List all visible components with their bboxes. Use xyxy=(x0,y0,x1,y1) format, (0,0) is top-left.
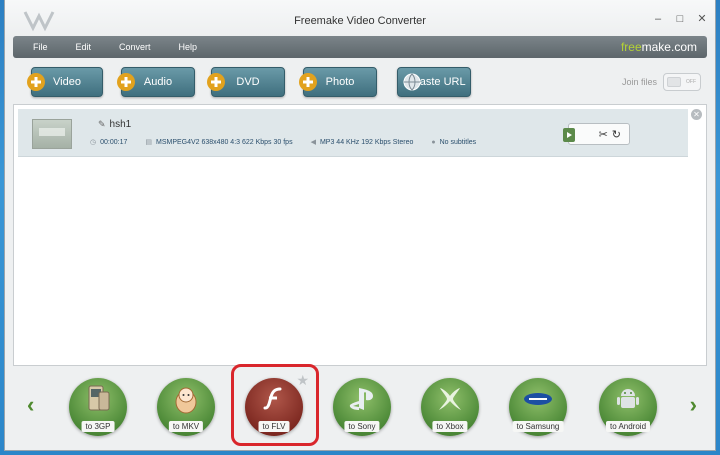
globe-icon xyxy=(403,73,421,91)
close-icon[interactable]: ✕ xyxy=(697,14,707,25)
remove-file-icon[interactable]: ✕ xyxy=(691,109,702,120)
format-xbox-label: to Xbox xyxy=(432,421,468,432)
paste-url-button[interactable]: Paste URL xyxy=(397,67,471,97)
plus-icon xyxy=(27,73,45,91)
menu-help[interactable]: Help xyxy=(165,42,212,52)
format-mkv-label: to MKV xyxy=(168,421,204,432)
format-xbox[interactable]: to Xbox xyxy=(421,378,479,436)
edit-button[interactable]: ✂ ↻ xyxy=(563,123,630,145)
duration: 00:00:17 xyxy=(100,138,128,146)
plus-icon xyxy=(117,73,135,91)
format-android-label: to Android xyxy=(605,421,651,432)
photo-label: Photo xyxy=(325,76,355,88)
audio-info: MP3 44 KHz 192 Kbps Stereo xyxy=(319,138,414,146)
subtitles-info[interactable]: No subtitles xyxy=(440,139,477,146)
scroll-right-icon[interactable]: › xyxy=(690,392,697,418)
menu-bar: File Edit Convert Help freemake.com xyxy=(13,36,707,58)
dvd-label: DVD xyxy=(236,76,260,88)
format-mkv[interactable]: to MKV xyxy=(157,378,215,436)
minimize-icon[interactable]: – xyxy=(653,14,663,25)
menu-edit[interactable]: Edit xyxy=(62,42,106,52)
add-video-button[interactable]: Video xyxy=(27,67,103,97)
format-samsung-label: to Samsung xyxy=(512,421,564,432)
scroll-left-icon[interactable]: ‹ xyxy=(27,392,34,418)
app-window: Freemake Video Converter – □ ✕ File Edit… xyxy=(4,0,716,451)
phone-icon xyxy=(88,385,110,411)
toggle-state-text: OFF xyxy=(686,79,696,85)
menu-file[interactable]: File xyxy=(13,42,62,52)
file-name: ✎ hsh1 xyxy=(98,119,131,130)
file-name-text: hsh1 xyxy=(109,119,132,130)
xbox-icon xyxy=(439,388,461,410)
add-audio-button[interactable]: Audio xyxy=(117,67,195,97)
brand-link[interactable]: freemake.com xyxy=(621,40,697,54)
file-list: ✎ hsh1 ◷ 00:00:17 ▤ MSMPEG4V2 638x480 4:… xyxy=(13,104,707,366)
join-files-label: Join files xyxy=(621,77,657,87)
format-sony[interactable]: to Sony xyxy=(333,378,391,436)
play-icon xyxy=(563,128,575,142)
scissors-icon: ✂ xyxy=(598,128,608,141)
join-files-toggle[interactable]: OFF xyxy=(663,73,701,91)
playstation-icon xyxy=(349,388,373,410)
window-controls: – □ ✕ xyxy=(653,14,707,25)
format-android[interactable]: to Android xyxy=(599,378,657,436)
plus-icon xyxy=(207,73,225,91)
format-samsung[interactable]: to Samsung xyxy=(509,378,567,436)
format-3gp-label: to 3GP xyxy=(81,421,115,432)
speech-bubble-icon: ● xyxy=(431,138,436,146)
title-bar: Freemake Video Converter – □ ✕ xyxy=(5,0,715,40)
window-title: Freemake Video Converter xyxy=(294,15,426,27)
join-files: Join files OFF xyxy=(622,73,701,91)
video-thumbnail xyxy=(32,119,72,149)
plus-icon xyxy=(299,73,317,91)
speaker-icon: ◀ xyxy=(310,139,316,146)
matryoshka-icon xyxy=(175,387,197,414)
file-row[interactable]: ✎ hsh1 ◷ 00:00:17 ▤ MSMPEG4V2 638x480 4:… xyxy=(18,109,688,157)
toolbar: Video Audio DVD Photo Paste URL Join fil… xyxy=(17,67,707,97)
thumbnail-image xyxy=(39,128,65,136)
menu-convert[interactable]: Convert xyxy=(105,42,165,52)
selection-highlight xyxy=(231,364,319,446)
maximize-icon[interactable]: □ xyxy=(675,14,685,25)
samsung-logo-icon xyxy=(524,393,552,405)
add-photo-button[interactable]: Photo xyxy=(299,67,377,97)
format-bar: ‹ to 3GP to MKV to FLV ★ to Sony to Xbox… xyxy=(13,364,707,446)
format-3gp[interactable]: to 3GP xyxy=(69,378,127,436)
video-label: Video xyxy=(53,76,81,88)
add-dvd-button[interactable]: DVD xyxy=(207,67,285,97)
toggle-grip xyxy=(667,77,681,87)
audio-label: Audio xyxy=(143,76,173,88)
video-info: MSMPEG4V2 638x480 4:3 622 Kbps 30 fps xyxy=(155,138,293,146)
clock-icon: ◷ xyxy=(90,139,97,146)
film-icon: ▤ xyxy=(145,139,152,146)
brand-part-free: free xyxy=(620,40,642,54)
brand-part-make: make.com xyxy=(641,40,697,54)
format-sony-label: to Sony xyxy=(344,421,380,432)
rotate-icon: ↻ xyxy=(611,128,621,141)
file-meta: ◷ 00:00:17 ▤ MSMPEG4V2 638x480 4:3 622 K… xyxy=(90,138,477,147)
pencil-icon[interactable]: ✎ xyxy=(98,119,106,130)
android-icon xyxy=(617,389,639,408)
